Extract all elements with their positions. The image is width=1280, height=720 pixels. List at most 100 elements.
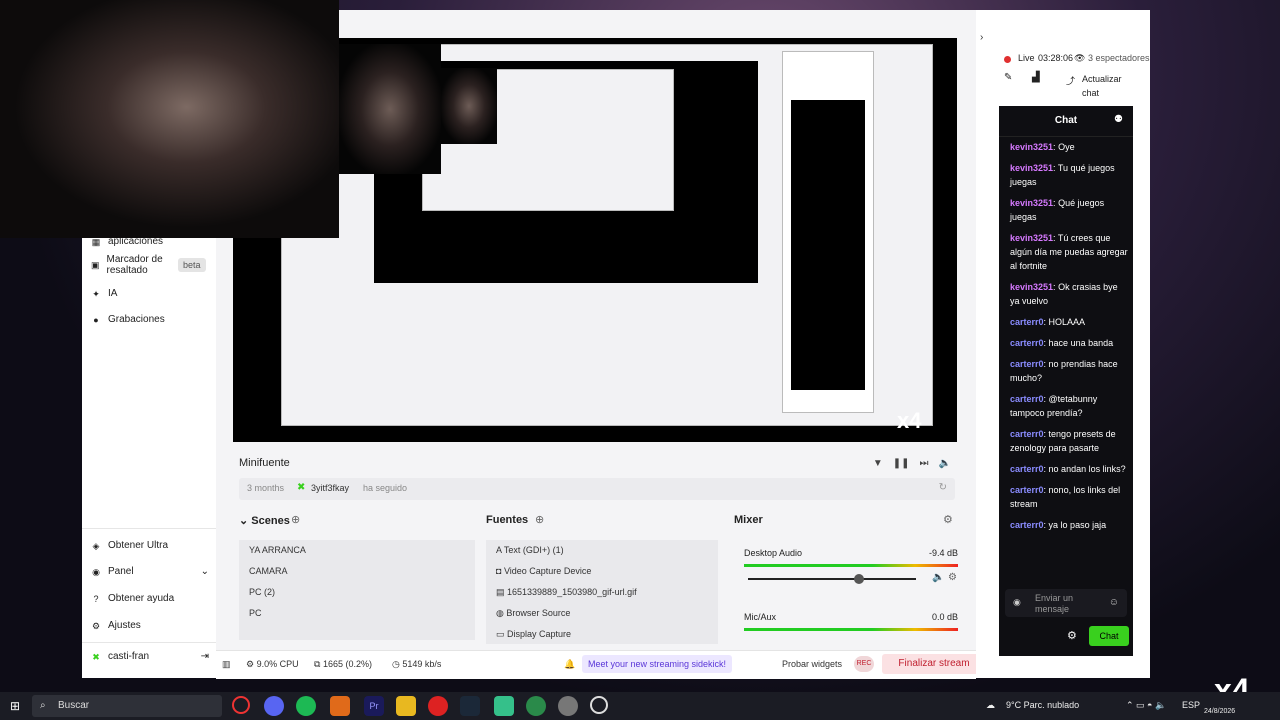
edit-icon[interactable]: ✎	[1004, 72, 1012, 83]
premiere-icon[interactable]: Pr	[364, 696, 384, 716]
chat-username: carterr0	[1010, 338, 1044, 348]
taskbar-search[interactable]: ⌕ Buscar	[32, 695, 222, 717]
sidebar-item-ultra[interactable]: ◈ Obtener Ultra	[91, 540, 169, 551]
sidebar-item-settings[interactable]: ⚙ Ajustes	[91, 620, 141, 631]
chat-send-button[interactable]: Chat	[1089, 626, 1129, 646]
filter-icon[interactable]: ▼	[873, 458, 883, 469]
weather-icon: ☁	[986, 700, 995, 710]
minifuente-title: Minifuente	[239, 457, 290, 469]
chat-placeholder: Enviar un mensaje	[1035, 593, 1074, 614]
add-scene-icon[interactable]: ⊕	[291, 513, 300, 526]
sidebar-item-label: Obtener Ultra	[108, 540, 169, 551]
volume-slider-knob[interactable]	[853, 574, 864, 584]
text-icon: A	[496, 545, 504, 555]
notification-icon[interactable]: 🔔	[564, 659, 575, 670]
file-explorer-icon[interactable]	[396, 696, 416, 716]
whatsapp-icon[interactable]	[526, 696, 546, 716]
opera-icon[interactable]	[232, 696, 250, 714]
channel-settings-icon[interactable]: ⚙	[948, 572, 957, 583]
refresh-chat-button[interactable]: Actualizar chat	[1082, 72, 1132, 100]
source-item[interactable]: A Text (GDI+) (1)	[486, 540, 718, 561]
chat-username: carterr0	[1010, 359, 1044, 369]
skip-icon[interactable]: ⏭	[920, 458, 929, 469]
chat-users-icon[interactable]: ⚉	[1114, 114, 1123, 125]
youtube-icon[interactable]	[428, 696, 448, 716]
chat-message: carterr0: no andan los links?	[1010, 464, 1126, 474]
volume-slider[interactable]	[748, 578, 916, 580]
live-dot-icon	[1004, 56, 1011, 63]
popout-icon[interactable]: ▟	[1032, 72, 1040, 83]
chat-text: HOLAAA	[1048, 317, 1086, 327]
chat-message: kevin3251: Tu qué juegos juegas	[1010, 163, 1115, 187]
streamlabs-icon[interactable]	[494, 696, 514, 716]
source-item[interactable]: ▭ Display Capture	[486, 624, 718, 645]
chat-message: carterr0: HOLAAA	[1010, 317, 1086, 327]
volume-icon[interactable]: 🔈	[939, 458, 951, 469]
stats-icon[interactable]: ▥	[222, 659, 231, 670]
audio-meter	[744, 564, 958, 567]
chat-message: carterr0: nono, los links del stream	[1010, 485, 1121, 509]
chat-message: kevin3251: Qué juegos juegas	[1010, 198, 1105, 222]
discord-icon[interactable]	[264, 696, 284, 716]
tray-icons[interactable]: ⌃ ▭ ◓ 🔈	[1126, 700, 1166, 711]
channel-name: Mic/Aux	[744, 612, 777, 622]
chat-settings-icon[interactable]: ⚙	[1067, 629, 1077, 642]
user-row[interactable]: ✖ casti-fran ⇥	[82, 642, 216, 673]
sidebar-item-highlight[interactable]: ▣ Marcador de resaltado	[91, 254, 171, 276]
right-panel: › Live 03:28:06 👁 3 espectadores ✎ ▟ ⤴ A…	[976, 10, 1150, 678]
logout-icon[interactable]: ⇥	[201, 651, 209, 662]
chat-username: kevin3251	[1010, 198, 1054, 208]
share-icon: ⤴	[1066, 76, 1076, 86]
sidebar-item-recordings[interactable]: ● Grabaciones	[91, 314, 164, 325]
weather-text[interactable]: 9°C Parc. nublado	[1006, 700, 1079, 710]
image-icon: ▤	[496, 587, 508, 597]
source-item[interactable]: ▤ 1651339889_1503980_gif-url.gif	[486, 582, 718, 603]
settings-icon: ⚙	[91, 620, 101, 631]
language-indicator[interactable]: ESP	[1182, 700, 1200, 710]
speaker-icon[interactable]: 🔈	[932, 572, 944, 583]
obs-icon[interactable]	[590, 696, 608, 714]
windows-start-icon[interactable]: ⊞	[10, 699, 20, 713]
end-stream-button[interactable]: Finalizar stream	[882, 654, 986, 674]
chevron-down-icon: ⌄	[200, 566, 209, 577]
mixer-settings-icon[interactable]: ⚙	[943, 513, 953, 526]
chat-username: kevin3251	[1010, 142, 1054, 152]
sidebar-item-panel[interactable]: ◉ Panel ⌄	[91, 566, 209, 577]
chat-message: carterr0: tengo presets de zenology para…	[1010, 429, 1116, 453]
scene-item[interactable]: PC	[239, 603, 475, 624]
sidebar-item-ia[interactable]: ✦ IA	[91, 288, 117, 299]
chat-input[interactable]: ◉ Enviar un mensaje ☺	[1005, 589, 1127, 617]
fl-studio-icon[interactable]	[330, 696, 350, 716]
add-source-icon[interactable]: ⊕	[535, 513, 544, 526]
beta-badge: beta	[178, 258, 206, 272]
scene-item[interactable]: CAMARA	[239, 561, 475, 582]
emoji-icon[interactable]: ☺	[1109, 597, 1119, 608]
spotify-icon[interactable]	[296, 696, 316, 716]
chat-panel: Chat ⚉ kevin3251: Oye kevin3251: Tu qué j…	[999, 106, 1133, 656]
highlight-icon: ▣	[91, 260, 100, 270]
sidekick-banner[interactable]: Meet your new streaming sidekick!	[582, 655, 733, 673]
scene-item[interactable]: YA ARRANCA	[239, 540, 475, 561]
probar-widgets-link[interactable]: Probar widgets	[782, 659, 842, 669]
chat-badge-icon: ◉	[1013, 597, 1021, 607]
chat-username: carterr0	[1010, 520, 1044, 530]
rec-button[interactable]: REC	[854, 656, 874, 672]
chat-username: kevin3251	[1010, 233, 1054, 243]
source-item[interactable]: ◘ Video Capture Device	[486, 561, 718, 582]
steam-icon[interactable]	[460, 696, 480, 716]
sidebar-item-help[interactable]: ? Obtener ayuda	[91, 593, 174, 604]
sidebar-bottom	[82, 528, 216, 529]
scene-item[interactable]: PC (2)	[239, 582, 475, 603]
replay-icon[interactable]: ↻	[939, 482, 947, 493]
audio-meter	[744, 628, 958, 631]
app-icon[interactable]	[558, 696, 578, 716]
help-icon: ?	[93, 593, 99, 604]
pause-icon[interactable]: ❚❚	[893, 458, 910, 469]
cpu-readout: ⚙ 9.0% CPU	[246, 659, 299, 669]
camera-icon: ◘	[496, 566, 504, 576]
chat-messages: kevin3251: Oye kevin3251: Tu qué juegos j…	[1010, 140, 1128, 539]
ultra-icon: ◈	[92, 540, 100, 551]
source-item[interactable]: ◍ Browser Source	[486, 603, 718, 624]
sources-title: Fuentes	[486, 514, 529, 526]
collapse-icon[interactable]: ›	[980, 32, 983, 43]
